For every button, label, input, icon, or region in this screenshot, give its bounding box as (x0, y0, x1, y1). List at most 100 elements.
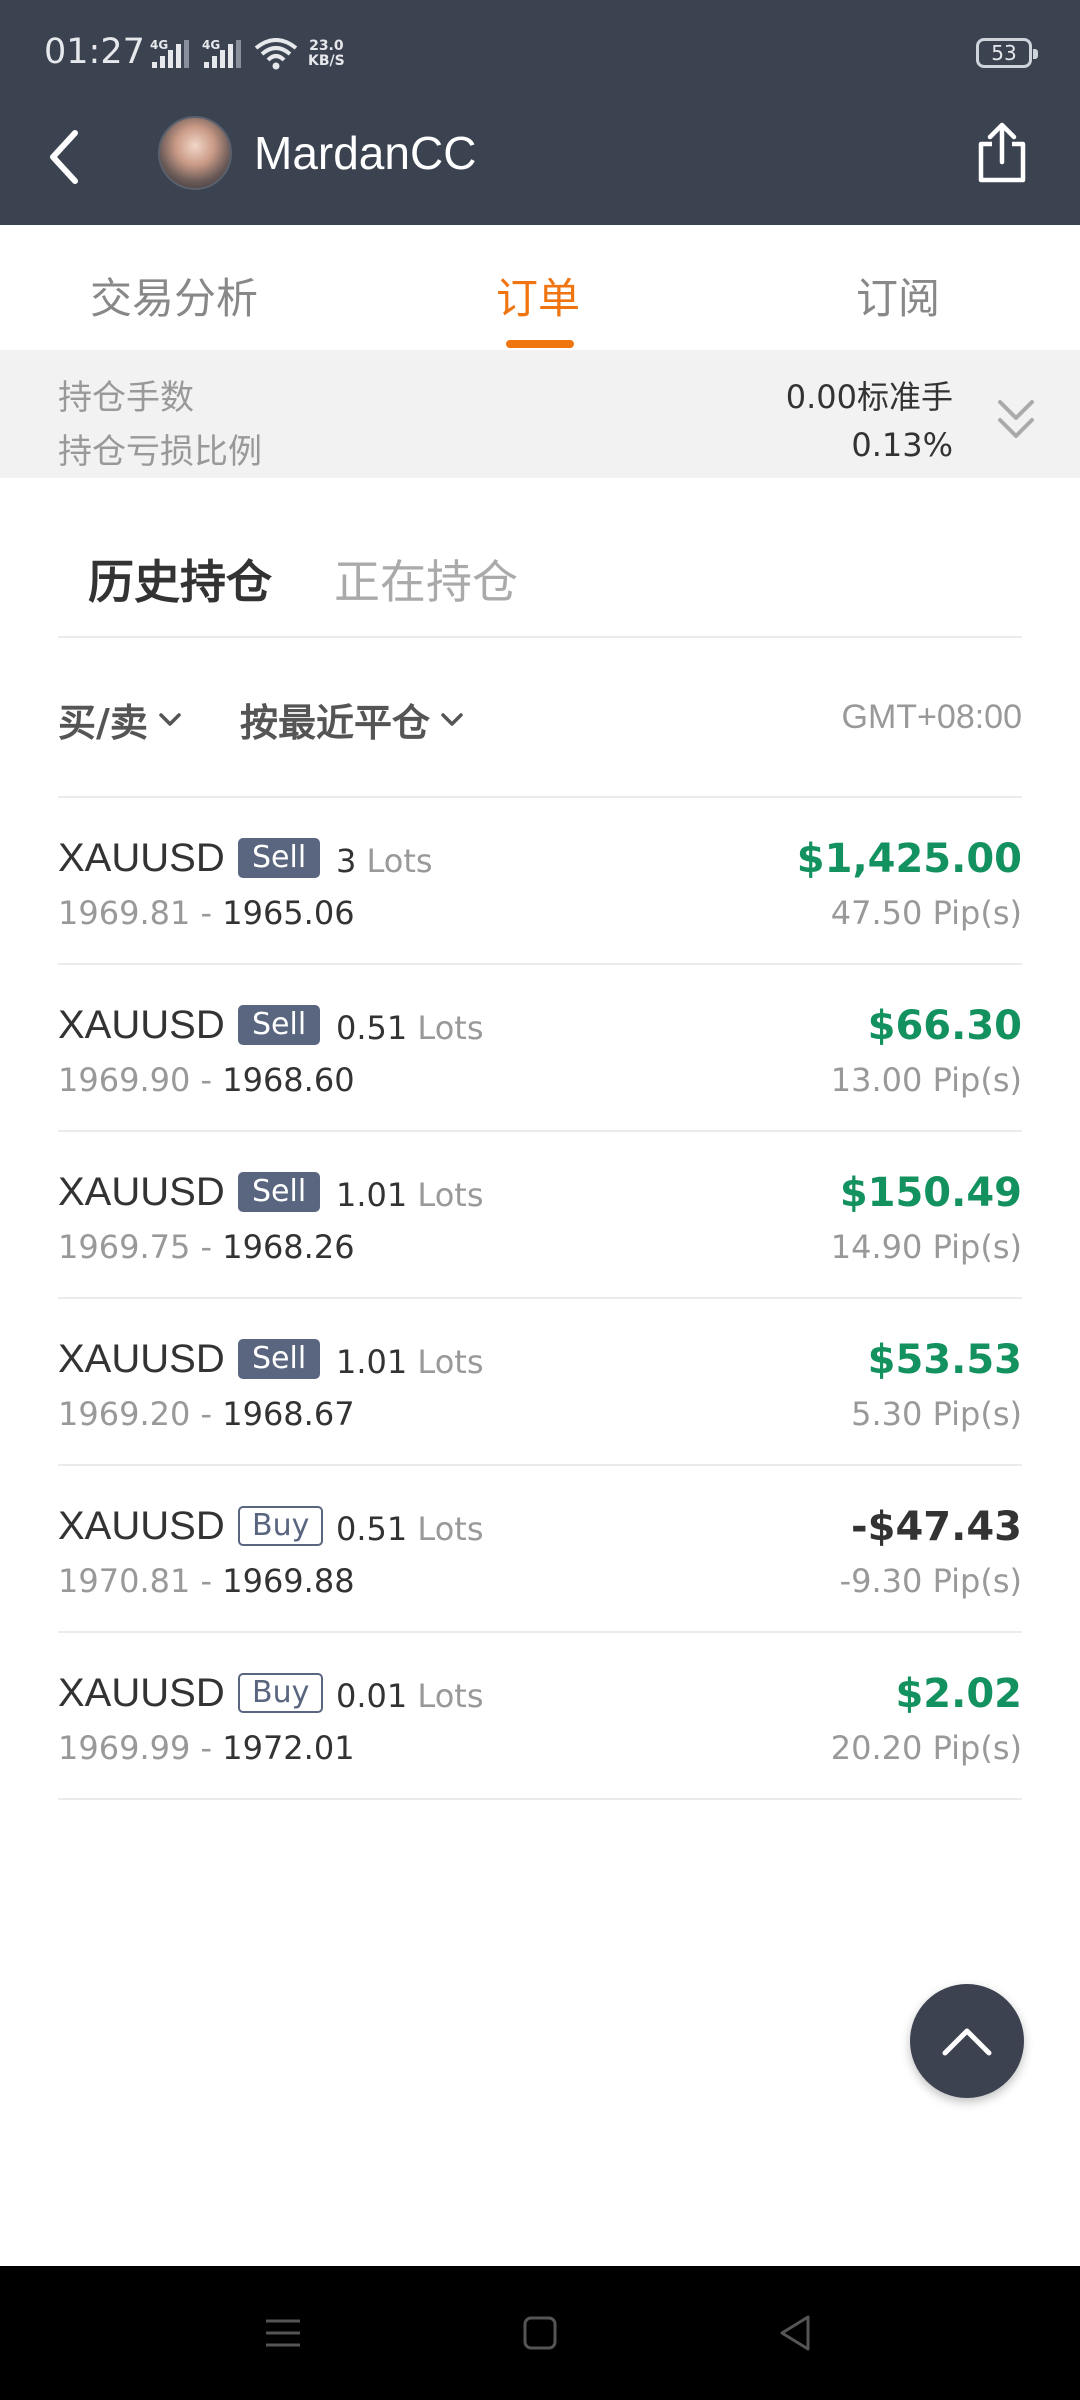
order-lots: 1.01 Lots (336, 1343, 483, 1381)
battery-icon: 53 (976, 38, 1038, 68)
avatar[interactable] (158, 116, 232, 190)
wifi-icon (254, 38, 298, 70)
close-price: 1969.88 (222, 1562, 355, 1600)
order-row[interactable]: XAUUSD Sell 1.01 Lots 1969.20 - 1968.67 … (58, 1299, 1022, 1466)
loss-ratio-value: 0.13% (851, 426, 953, 464)
order-pips: 20.20 Pip(s) (830, 1729, 1022, 1767)
order-profit: $53.53 (867, 1337, 1022, 1383)
lots-number: 0.51 (336, 1510, 408, 1548)
order-row[interactable]: XAUUSD Buy 0.51 Lots 1970.81 - 1969.88 -… (58, 1466, 1022, 1633)
side-badge: Buy (238, 1506, 324, 1546)
order-profit: $150.49 (839, 1170, 1022, 1216)
close-price: 1965.06 (222, 894, 355, 932)
tab-indicator (506, 340, 574, 348)
order-profit: -$47.43 (851, 1504, 1022, 1550)
order-profit: $2.02 (895, 1671, 1022, 1717)
open-price: 1970.81 (58, 1562, 191, 1600)
order-row[interactable]: XAUUSD Sell 0.51 Lots 1969.90 - 1968.60 … (58, 965, 1022, 1132)
home-nav-button[interactable] (515, 2310, 565, 2356)
filter-bar: 买/卖 按最近平仓 GMT+08:00 (0, 640, 1080, 798)
order-pips: 13.00 Pip(s) (830, 1061, 1022, 1099)
side-badge: Sell (238, 1339, 321, 1379)
signal-icon: 4G (202, 38, 241, 68)
open-price: 1969.99 (58, 1729, 191, 1767)
close-price: 1972.01 (222, 1729, 355, 1767)
lots-number: 1.01 (336, 1176, 408, 1214)
order-prices: 1969.90 - 1968.60 (58, 1061, 355, 1099)
order-lots: 1.01 Lots (336, 1176, 483, 1214)
app-header: 01:27 4G 4G 23.0 KB/S 53 MardanCC (0, 0, 1080, 225)
back-button[interactable] (30, 120, 100, 194)
speed-value: 23.0 (309, 38, 344, 54)
order-symbol: XAUUSD (58, 1337, 225, 1381)
status-time: 01:27 (44, 32, 145, 72)
back-nav-button[interactable] (770, 2310, 820, 2356)
order-pips: 47.50 Pip(s) (830, 894, 1022, 932)
order-prices: 1969.75 - 1968.26 (58, 1228, 355, 1266)
open-price: 1969.75 (58, 1228, 191, 1266)
lots-value: 0.00标准手 (785, 378, 953, 416)
lots-number: 0.01 (336, 1677, 408, 1715)
price-separator: - (200, 1729, 213, 1767)
status-icons: 4G 4G 23.0 KB/S (150, 34, 345, 74)
position-summary: 持仓手数 0.00标准手 持仓亏损比例 0.13% (0, 350, 1080, 478)
share-icon (978, 122, 1026, 183)
price-separator: - (200, 1395, 213, 1433)
order-pips: 5.30 Pip(s) (851, 1395, 1022, 1433)
order-row[interactable]: XAUUSD Sell 1.01 Lots 1969.75 - 1968.26 … (58, 1132, 1022, 1299)
share-button[interactable] (970, 118, 1034, 188)
signal-icon: 4G (150, 38, 189, 68)
sort-filter[interactable]: 按最近平仓 (240, 692, 464, 747)
side-badge: Sell (238, 838, 321, 878)
timezone-label: GMT+08:00 (841, 698, 1022, 736)
chevron-down-icon (441, 712, 463, 726)
tab-trade-analysis[interactable]: 交易分析 (90, 265, 258, 326)
nav-bar: MardanCC (0, 100, 1080, 225)
network-speed: 23.0 KB/S (308, 39, 345, 69)
tab-open-positions[interactable]: 正在持仓 (334, 546, 518, 612)
position-subtabs: 历史持仓 正在持仓 (0, 478, 1080, 638)
order-symbol: XAUUSD (58, 836, 225, 880)
tab-history-positions[interactable]: 历史持仓 (88, 546, 272, 612)
main-tabs: 交易分析 订单 订阅 (0, 225, 1080, 350)
status-bar: 01:27 4G 4G 23.0 KB/S 53 (0, 0, 1080, 100)
order-pips: 14.90 Pip(s) (830, 1228, 1022, 1266)
lots-label: 持仓手数 (58, 378, 194, 418)
order-lots: 3 Lots (336, 842, 433, 880)
order-list: XAUUSD Sell 3 Lots 1969.81 - 1965.06 $1,… (0, 798, 1080, 1800)
back-triangle-icon (780, 2315, 810, 2351)
lots-number: 1.01 (336, 1343, 408, 1381)
order-row[interactable]: XAUUSD Buy 0.01 Lots 1969.99 - 1972.01 $… (58, 1633, 1022, 1800)
tab-orders[interactable]: 订单 (496, 265, 580, 326)
close-price: 1968.26 (222, 1228, 355, 1266)
open-price: 1969.81 (58, 894, 191, 932)
side-filter[interactable]: 买/卖 (58, 692, 182, 747)
order-symbol: XAUUSD (58, 1671, 225, 1715)
chevron-down-icon (159, 712, 181, 726)
order-row[interactable]: XAUUSD Sell 3 Lots 1969.81 - 1965.06 $1,… (58, 798, 1022, 965)
battery-level: 53 (991, 41, 1017, 65)
home-square-icon (523, 2316, 557, 2350)
tab-subscribe[interactable]: 订阅 (856, 265, 940, 326)
price-separator: - (200, 1228, 213, 1266)
close-price: 1968.60 (222, 1061, 355, 1099)
divider (58, 636, 1022, 638)
lots-unit: Lots (417, 1510, 484, 1548)
order-symbol: XAUUSD (58, 1170, 225, 1214)
sort-filter-label: 按最近平仓 (240, 701, 431, 745)
system-nav-bar (0, 2266, 1080, 2400)
price-separator: - (200, 894, 213, 932)
network-label: 4G (150, 38, 168, 52)
lots-unit: Lots (417, 1677, 484, 1715)
lots-number: 0.51 (336, 1009, 408, 1047)
order-symbol: XAUUSD (58, 1003, 225, 1047)
scroll-top-button[interactable] (910, 1984, 1024, 2098)
order-profit: $1,425.00 (796, 836, 1022, 882)
order-profit: $66.30 (867, 1003, 1022, 1049)
order-prices: 1970.81 - 1969.88 (58, 1562, 355, 1600)
price-separator: - (200, 1562, 213, 1600)
expand-button[interactable] (990, 394, 1042, 446)
lots-unit: Lots (417, 1009, 484, 1047)
order-lots: 0.01 Lots (336, 1677, 483, 1715)
menu-nav-button[interactable] (258, 2310, 308, 2356)
